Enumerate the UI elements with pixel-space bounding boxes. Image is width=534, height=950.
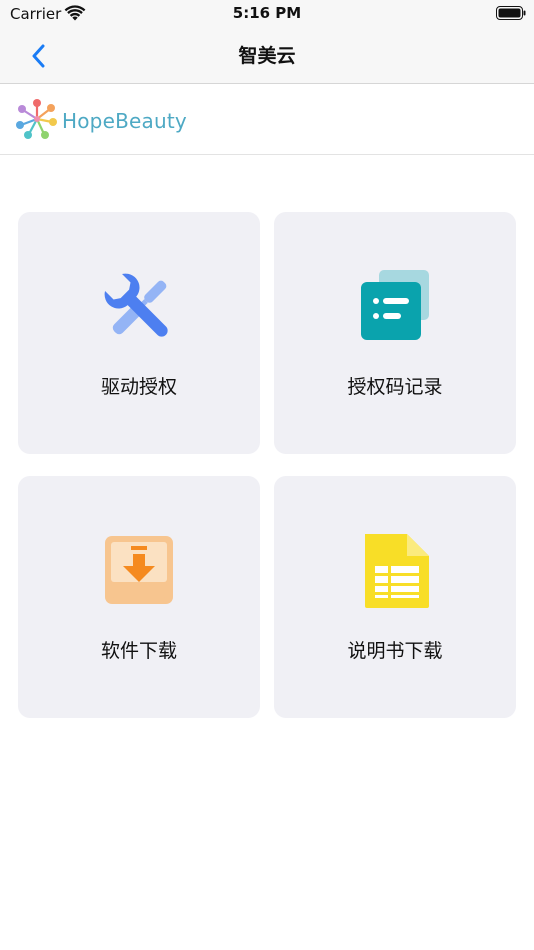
status-bar: Carrier 5:16 PM (0, 0, 534, 28)
menu-card-label: 说明书下载 (347, 640, 443, 662)
menu-card-label: 软件下载 (100, 640, 177, 662)
list-document-icon (361, 270, 429, 340)
page-title: 智美云 (238, 45, 296, 67)
menu-card-authorization-code-records[interactable]: 授权码记录 (274, 212, 516, 454)
hopebeauty-logo-icon (16, 99, 57, 139)
menu-card-software-download[interactable]: 软件下载 (18, 476, 260, 718)
menu-card-manual-download[interactable]: 说明书下载 (274, 476, 516, 718)
wrench-screwdriver-icon (104, 273, 168, 337)
navigation-bar: 智美云 (0, 28, 534, 84)
brand-logo-text: HopeBeauty (62, 109, 187, 133)
spreadsheet-document-icon (365, 534, 429, 608)
menu-card-label: 驱动授权 (100, 376, 177, 398)
status-time: 5:16 PM (232, 4, 302, 22)
brand-header: HopeBeauty (0, 84, 534, 155)
menu-card-driver-authorization[interactable]: 驱动授权 (18, 212, 260, 454)
battery-icon (496, 6, 526, 20)
download-tray-icon (105, 536, 173, 604)
menu-card-label: 授权码记录 (347, 376, 443, 398)
